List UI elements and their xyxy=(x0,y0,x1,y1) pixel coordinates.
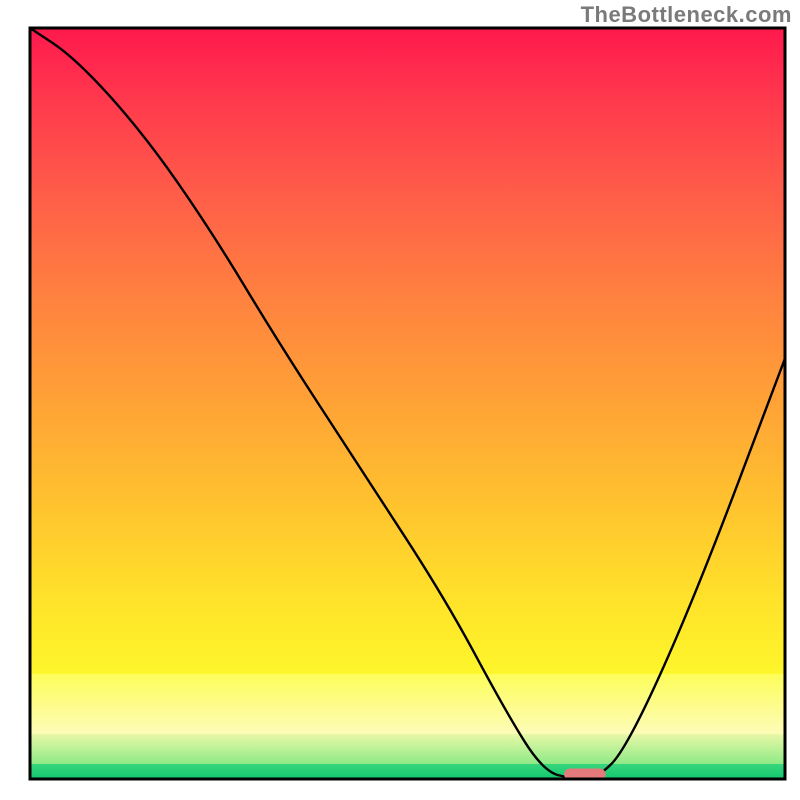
background-gradient xyxy=(30,28,785,780)
bottleneck-chart xyxy=(0,0,800,800)
chart-container: TheBottleneck.com xyxy=(0,0,800,800)
watermark-label: TheBottleneck.com xyxy=(581,2,792,28)
